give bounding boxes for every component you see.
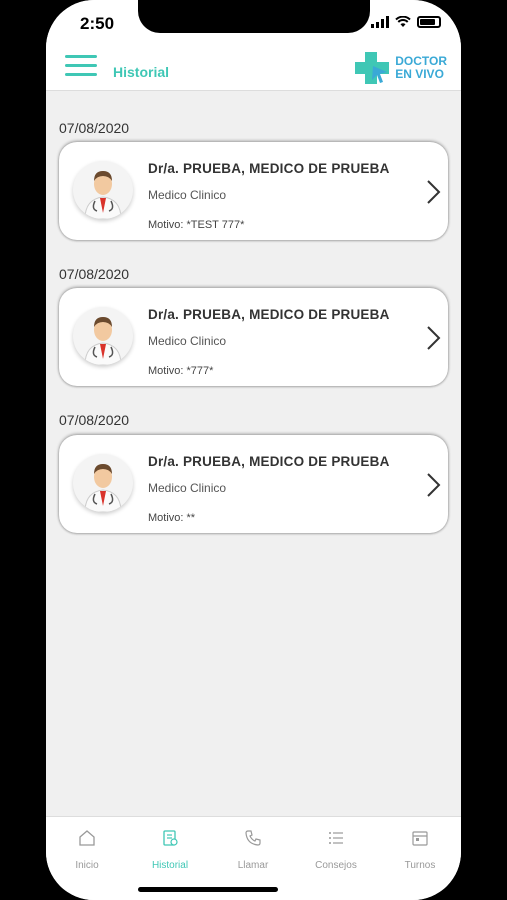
app-logo: DOCTOR EN VIVO [353,50,447,86]
consultation-card[interactable]: Dr/a. PRUEBA, MEDICO DE PRUEBA Medico Cl… [59,288,448,386]
chevron-right-icon [427,180,441,204]
doctor-avatar-icon [84,464,122,512]
tab-label: Llamar [237,860,269,871]
doctor-specialty: Medico Clinico [148,334,227,348]
doctor-specialty: Medico Clinico [148,481,227,495]
consultation-reason: Motivo: *777* [148,365,214,377]
consultation-card[interactable]: Dr/a. PRUEBA, MEDICO DE PRUEBA Medico Cl… [59,142,448,240]
status-time: 2:50 [80,14,115,33]
doctor-name: Dr/a. PRUEBA, MEDICO DE PRUEBA [148,307,390,322]
menu-button[interactable] [65,55,97,79]
consultation-card[interactable]: Dr/a. PRUEBA, MEDICO DE PRUEBA Medico Cl… [59,435,448,533]
doctor-name: Dr/a. PRUEBA, MEDICO DE PRUEBA [148,161,390,176]
menu-bar-icon [65,55,97,58]
menu-bar-icon [65,73,97,76]
tab-turnos[interactable]: Turnos [385,829,455,873]
battery-icon [417,16,441,28]
consultation-date: 07/08/2020 [59,412,130,428]
tab-label: Inicio [75,860,99,871]
system-icons [371,16,441,28]
tab-consejos[interactable]: Consejos [301,829,371,873]
status-bar: 2:50 [46,0,461,50]
doctor-avatar [73,454,133,512]
signal-icon [371,16,389,28]
consultation-reason: Motivo: *TEST 777* [148,219,245,231]
tab-historial[interactable]: Historial [135,829,205,873]
doctor-specialty: Medico Clinico [148,188,227,202]
notch [138,0,370,33]
medical-cross-icon [355,52,390,84]
chevron-right-icon [427,473,441,497]
wifi-icon [395,16,411,27]
tab-llamar[interactable]: Llamar [218,829,288,873]
doctor-avatar-icon [84,171,122,219]
consultation-date: 07/08/2020 [59,120,130,136]
chevron-right-icon [427,326,441,350]
tab-label: Consejos [315,860,357,871]
tab-label: Turnos [404,860,436,871]
logo-line-2: EN VIVO [395,67,444,81]
doctor-name: Dr/a. PRUEBA, MEDICO DE PRUEBA [148,454,390,469]
page-title: Historial [113,64,170,80]
consultation-reason: Motivo: ** [148,512,196,524]
doctor-avatar [73,307,133,365]
doctor-avatar [73,161,133,219]
calendar-icon [412,831,428,846]
app-header: Historial DOCTOR EN VIVO [46,50,461,91]
menu-bar-icon [65,64,97,67]
consultation-date: 07/08/2020 [59,266,130,282]
tab-inicio[interactable]: Inicio [52,829,122,873]
tab-label: Historial [151,860,189,871]
doctor-avatar-icon [84,317,122,365]
phone-icon [245,830,261,846]
history-icon [163,830,178,846]
home-indicator[interactable] [138,887,278,892]
list-icon [329,832,343,844]
phone-screen: 2:50 Historial DOCTOR EN VIVO 07/08/2020… [46,0,461,900]
home-icon [79,830,95,846]
